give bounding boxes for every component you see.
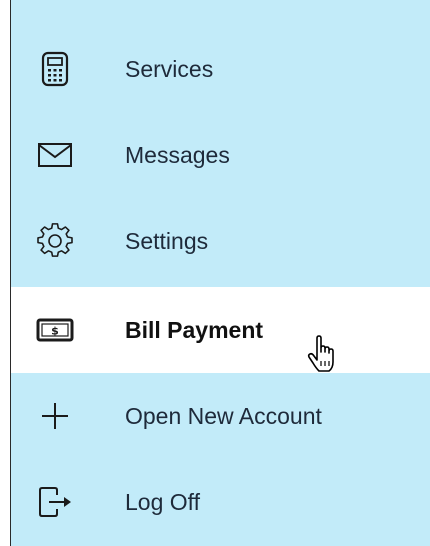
envelope-icon — [35, 135, 75, 175]
dollar-bill-icon: $ — [35, 310, 75, 350]
menu-item-label: Open New Account — [125, 402, 322, 429]
menu-item-label: Log Off — [125, 488, 201, 515]
menu-item-log-off[interactable]: Log Off — [11, 459, 430, 545]
calculator-icon — [35, 49, 75, 89]
menu-item-bill-payment[interactable]: $ Bill Payment — [11, 287, 430, 373]
menu-item-label: Bill Payment — [125, 316, 264, 343]
menu-item-messages[interactable]: Messages — [11, 112, 430, 198]
menu-item-open-new-account[interactable]: Open New Account — [11, 373, 430, 459]
menu-item-label: Services — [125, 55, 214, 82]
menu-item-settings[interactable]: Settings — [11, 198, 430, 284]
menu-item-label: Settings — [125, 227, 209, 254]
plus-icon — [35, 396, 75, 436]
menu-item-services[interactable]: Services — [11, 26, 430, 112]
gear-icon — [35, 221, 75, 261]
log-off-icon — [35, 482, 75, 522]
menu-item-label: Messages — [125, 141, 230, 168]
side-menu: Services Messages Settings $ Bill Paymen… — [10, 0, 430, 546]
svg-text:$: $ — [51, 325, 59, 338]
